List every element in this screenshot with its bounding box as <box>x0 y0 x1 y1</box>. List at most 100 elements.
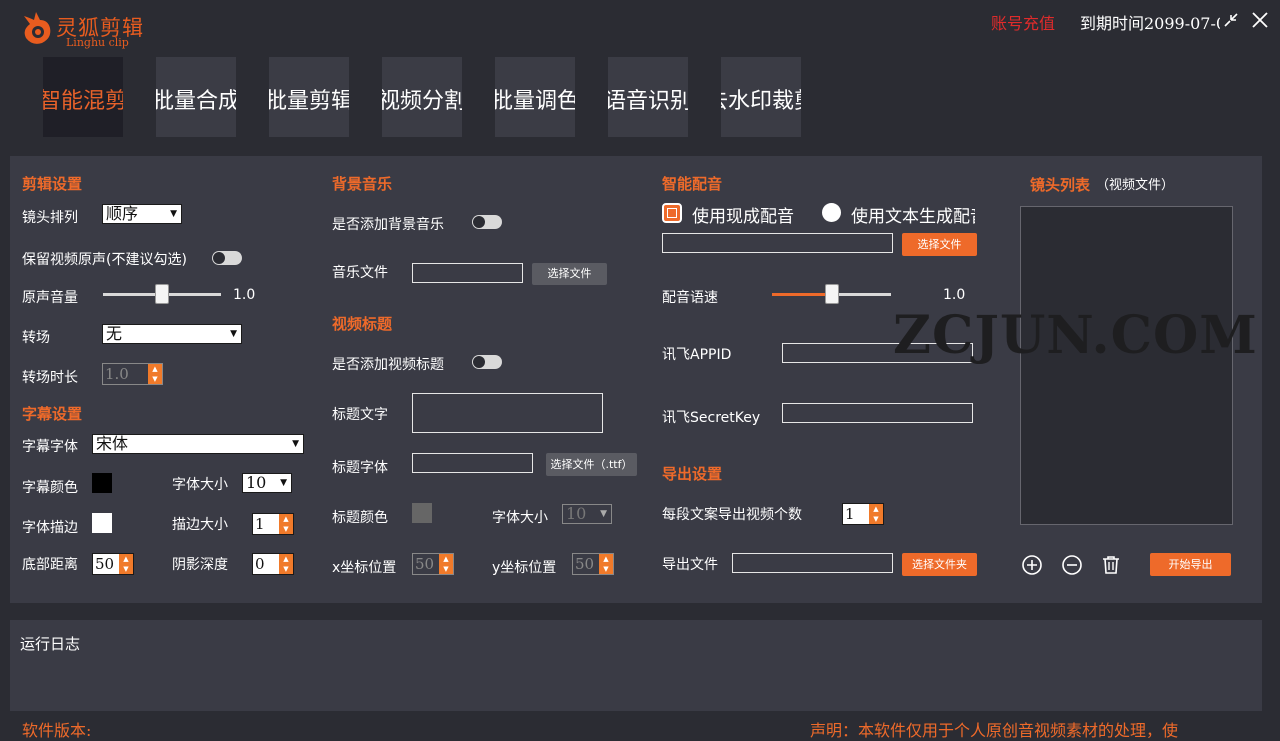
xunfei-appid-label: 讯飞APPID <box>662 347 732 363</box>
export-settings-title: 导出设置 <box>662 465 723 483</box>
title-font-label: 标题字体 <box>332 460 388 476</box>
xunfei-secret-label: 讯飞SecretKey <box>662 410 761 426</box>
remove-icon[interactable] <box>1061 554 1083 576</box>
chevron-down-icon: ▼ <box>600 509 607 519</box>
speech-speed-label: 配音语速 <box>662 290 718 306</box>
bottom-distance-label: 底部距离 <box>22 557 78 573</box>
shadow-depth-label: 阴影深度 <box>172 557 228 573</box>
dubbing-file-input[interactable] <box>662 233 893 253</box>
stepper-arrows-icon[interactable]: ▲ ▼ <box>439 554 453 574</box>
start-export-button[interactable]: 开始导出 <box>1150 553 1231 576</box>
shot-order-select[interactable]: 顺序 ▼ <box>102 204 182 224</box>
stroke-size-stepper[interactable]: 1 ▲ ▼ <box>252 513 294 535</box>
subtitle-color-label: 字幕颜色 <box>22 480 78 496</box>
shot-list-hint: （视频文件） <box>1096 178 1175 193</box>
title-size-select[interactable]: 10 ▼ <box>562 504 612 524</box>
subtitle-stroke-label: 字体描边 <box>22 520 78 536</box>
add-icon[interactable] <box>1021 554 1043 576</box>
tab-speech-recognition[interactable]: 语音识别 <box>608 57 688 137</box>
orig-volume-thumb[interactable] <box>155 284 169 304</box>
shadow-depth-stepper[interactable]: 0 ▲ ▼ <box>252 553 294 575</box>
stepper-arrows-icon[interactable]: ▲ ▼ <box>869 504 883 524</box>
choose-export-folder-button[interactable]: 选择文件夹 <box>902 553 977 576</box>
use-tts-radio[interactable] <box>822 203 841 222</box>
stepper-arrows-icon[interactable]: ▲ ▼ <box>148 364 162 384</box>
tab-batch-color[interactable]: 批量调色 <box>495 57 575 137</box>
export-count-label: 每段文案导出视频个数 <box>662 507 802 523</box>
title-bar: 灵狐剪辑 Linghu clip 账号充值 到期时间2099-07-01 智能混… <box>0 0 1280 140</box>
trash-icon[interactable] <box>1100 554 1122 576</box>
stepper-arrows-icon[interactable]: ▲ ▼ <box>279 554 293 574</box>
speech-speed-value: 1.0 <box>943 287 966 303</box>
stepper-arrows-icon[interactable]: ▲ ▼ <box>279 514 293 534</box>
minimize-icon[interactable] <box>1221 10 1241 30</box>
recharge-link[interactable]: 账号充值 <box>991 10 1055 34</box>
logo-subtitle: Linghu clip <box>66 36 129 49</box>
title-font-input[interactable] <box>412 453 533 473</box>
dubbing-title: 智能配音 <box>662 175 723 193</box>
chevron-down-icon: ▼ <box>292 439 299 449</box>
subtitle-size-label: 字体大小 <box>172 477 228 493</box>
export-count-stepper[interactable]: 1 ▲ ▼ <box>842 503 884 525</box>
vtitle-add-label: 是否添加视频标题 <box>332 357 444 373</box>
title-text-input[interactable] <box>412 393 603 433</box>
title-text-label: 标题文字 <box>332 407 388 423</box>
use-tts-label: 使用文本生成配音 <box>851 207 975 227</box>
x-position-label: x坐标位置 <box>332 560 397 576</box>
tab-batch-compose[interactable]: 批量合成 <box>156 57 236 137</box>
choose-font-file-button[interactable]: 选择文件（.ttf） <box>546 453 637 476</box>
stroke-size-label: 描边大小 <box>172 517 228 533</box>
tab-batch-edit[interactable]: 批量剪辑 <box>269 57 349 137</box>
choose-dubbing-file-button[interactable]: 选择文件 <box>902 233 977 256</box>
tab-watermark-crop[interactable]: 去水印裁剪 <box>721 57 801 137</box>
music-file-label: 音乐文件 <box>332 265 388 281</box>
keep-audio-toggle[interactable] <box>212 251 242 265</box>
log-panel <box>10 620 1262 711</box>
version-label: 软件版本: <box>22 721 92 740</box>
orig-volume-value: 1.0 <box>233 287 256 303</box>
transition-select[interactable]: 无 ▼ <box>102 324 242 344</box>
export-file-input[interactable] <box>732 553 893 573</box>
xunfei-secret-input[interactable] <box>782 403 973 423</box>
bgm-title: 背景音乐 <box>332 175 393 193</box>
title-color-swatch[interactable] <box>412 503 432 523</box>
watermark-text: ZCJUN.COM <box>893 305 1258 366</box>
tab-video-split[interactable]: 视频分割 <box>382 57 462 137</box>
keep-audio-label: 保留视频原声(不建议勾选) <box>22 252 187 268</box>
edit-settings-title: 剪辑设置 <box>22 175 83 193</box>
use-existing-audio-label: 使用现成配音 <box>692 207 794 227</box>
stepper-arrows-icon[interactable]: ▲ ▼ <box>119 554 133 574</box>
title-color-label: 标题颜色 <box>332 510 388 526</box>
choose-music-file-button[interactable]: 选择文件 <box>532 263 607 285</box>
orig-volume-label: 原声音量 <box>22 290 78 306</box>
title-size-label: 字体大小 <box>492 510 548 526</box>
y-position-stepper[interactable]: 50 ▲ ▼ <box>572 553 614 575</box>
vtitle-toggle[interactable] <box>472 355 502 369</box>
x-position-stepper[interactable]: 50 ▲ ▼ <box>412 553 454 575</box>
video-title-section: 视频标题 <box>332 315 393 333</box>
chevron-down-icon: ▼ <box>230 329 237 339</box>
fox-logo-icon <box>24 12 51 44</box>
y-position-label: y坐标位置 <box>492 560 557 576</box>
shot-order-label: 镜头排列 <box>22 210 78 226</box>
transition-duration-stepper[interactable]: 1.0 ▲ ▼ <box>102 363 163 385</box>
stepper-arrows-icon[interactable]: ▲ ▼ <box>599 554 613 574</box>
subtitle-font-select[interactable]: 宋体 ▼ <box>92 434 304 454</box>
bgm-add-label: 是否添加背景音乐 <box>332 217 444 233</box>
music-file-input[interactable] <box>412 263 523 283</box>
close-icon[interactable] <box>1250 10 1270 30</box>
subtitle-color-swatch[interactable] <box>92 473 112 493</box>
subtitle-font-label: 字幕字体 <box>22 439 78 455</box>
speech-speed-thumb[interactable] <box>824 284 839 304</box>
tab-smart-mix[interactable]: 智能混剪 <box>43 57 123 137</box>
subtitle-size-select[interactable]: 10 ▼ <box>242 473 292 493</box>
chevron-down-icon: ▼ <box>280 478 287 488</box>
speech-speed-fill <box>772 293 832 296</box>
subtitle-stroke-swatch[interactable] <box>92 513 112 533</box>
export-file-label: 导出文件 <box>662 557 718 573</box>
expire-date: 到期时间2099-07-01 <box>1080 14 1220 33</box>
bottom-distance-stepper[interactable]: 50 ▲ ▼ <box>92 553 134 575</box>
use-existing-audio-radio[interactable] <box>662 203 682 223</box>
bgm-toggle[interactable] <box>472 215 502 229</box>
transition-label: 转场 <box>22 330 50 346</box>
